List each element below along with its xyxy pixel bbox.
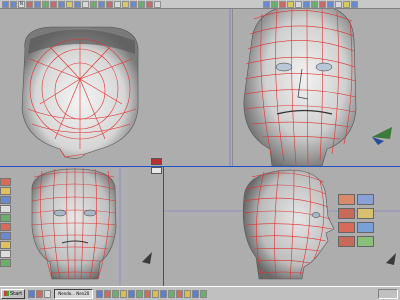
wireframe-toggle-icon[interactable] bbox=[151, 158, 162, 165]
pull-tool-icon[interactable] bbox=[0, 223, 11, 231]
mail-icon[interactable] bbox=[36, 289, 44, 298]
fit-icon[interactable] bbox=[319, 0, 326, 8]
windows-logo-icon bbox=[4, 291, 9, 296]
scale-icon[interactable] bbox=[26, 0, 33, 8]
taskbar-app-icon[interactable] bbox=[128, 289, 136, 298]
windows-taskbar: Start Nendo... Nen20 bbox=[0, 286, 400, 300]
start-label: Start bbox=[10, 290, 23, 297]
rotate-icon[interactable]: N bbox=[18, 0, 25, 8]
bridge-tool-icon[interactable] bbox=[338, 222, 355, 233]
taskbar-app-icon[interactable] bbox=[96, 289, 104, 298]
smooth-tool-icon[interactable] bbox=[0, 205, 11, 213]
subdivide-icon[interactable] bbox=[66, 0, 73, 8]
taskbar-window-label: Nendo... Nen20 bbox=[58, 291, 90, 296]
taskbar-app-icon[interactable] bbox=[200, 289, 208, 298]
view-side-icon[interactable] bbox=[279, 0, 286, 8]
weld-tool-icon[interactable] bbox=[338, 236, 355, 247]
system-tray bbox=[378, 288, 398, 299]
pan-icon[interactable] bbox=[303, 0, 310, 8]
shaded-toggle-icon[interactable] bbox=[151, 167, 162, 174]
taskbar-app-icon[interactable] bbox=[112, 289, 120, 298]
grid-icon[interactable] bbox=[154, 0, 161, 8]
fill-tool-icon[interactable] bbox=[0, 250, 11, 258]
main-toolbar: N bbox=[0, 0, 400, 9]
paint-tool-icon[interactable] bbox=[0, 187, 11, 195]
taskbar-app-icon[interactable] bbox=[160, 289, 168, 298]
move-icon[interactable] bbox=[10, 0, 17, 8]
help-icon[interactable] bbox=[351, 0, 358, 8]
mirror-icon[interactable] bbox=[106, 0, 113, 8]
eyedropper-tool-icon[interactable] bbox=[0, 259, 11, 267]
quick-launch bbox=[28, 289, 52, 298]
taskbar-app-icon[interactable] bbox=[120, 289, 128, 298]
perspective-viewport[interactable] bbox=[232, 9, 400, 166]
redo-icon[interactable] bbox=[343, 0, 350, 8]
pencil-tool-icon[interactable] bbox=[338, 194, 355, 205]
polygon-icon[interactable] bbox=[34, 0, 41, 8]
taskbar-app-icon[interactable] bbox=[152, 289, 160, 298]
taskbar-app-icon[interactable] bbox=[136, 289, 144, 298]
cut-tool-icon[interactable] bbox=[357, 208, 374, 219]
light-icon[interactable] bbox=[122, 0, 129, 8]
taskbar-app-icons bbox=[96, 289, 208, 298]
floating-tool-panel bbox=[338, 194, 374, 248]
top-viewport[interactable] bbox=[0, 9, 232, 166]
brush-tool-icon[interactable] bbox=[0, 178, 11, 186]
face-icon[interactable] bbox=[58, 0, 65, 8]
camera-icon[interactable] bbox=[130, 0, 137, 8]
select-icon[interactable] bbox=[2, 0, 9, 8]
orbit-icon[interactable] bbox=[311, 0, 318, 8]
patch-tool-icon[interactable] bbox=[357, 222, 374, 233]
bevel-icon[interactable] bbox=[82, 0, 89, 8]
knife-icon[interactable] bbox=[90, 0, 97, 8]
taskbar-app-icon[interactable] bbox=[168, 289, 176, 298]
loop-tool-icon[interactable] bbox=[338, 208, 355, 219]
taskbar-app-icon[interactable] bbox=[144, 289, 152, 298]
start-button[interactable]: Start bbox=[1, 288, 26, 299]
viewport-divider-vertical-top[interactable] bbox=[232, 9, 233, 166]
cube-tool-icon[interactable] bbox=[357, 194, 374, 205]
head-top-mesh bbox=[21, 9, 231, 166]
taskbar-app-icon[interactable] bbox=[104, 289, 112, 298]
axis-gizmo-icon bbox=[142, 252, 152, 264]
push-tool-icon[interactable] bbox=[0, 232, 11, 240]
head-perspective-mesh bbox=[243, 9, 392, 166]
desktop-icon[interactable] bbox=[44, 289, 52, 298]
head-front-mesh bbox=[31, 167, 152, 286]
view-front-icon[interactable] bbox=[271, 0, 278, 8]
sculpt-tool-icon[interactable] bbox=[0, 196, 11, 204]
vertex-icon[interactable] bbox=[42, 0, 49, 8]
smooth-icon[interactable] bbox=[114, 0, 121, 8]
view-top-icon[interactable] bbox=[263, 0, 270, 8]
taskbar-app-icon[interactable] bbox=[192, 289, 200, 298]
layer-icon[interactable] bbox=[327, 0, 334, 8]
spin-tool-icon[interactable] bbox=[357, 236, 374, 247]
zoom-icon[interactable] bbox=[295, 0, 302, 8]
axis-gizmo-icon bbox=[386, 253, 396, 265]
rotate-label: N bbox=[20, 1, 23, 6]
viewport-mode-tools bbox=[151, 158, 162, 174]
taskbar-window-button[interactable]: Nendo... Nen20 bbox=[54, 288, 94, 299]
undo-icon[interactable] bbox=[335, 0, 342, 8]
left-tool-strip bbox=[0, 178, 12, 272]
axis-gizmo-icon bbox=[372, 127, 392, 145]
browser-icon[interactable] bbox=[28, 289, 36, 298]
pinch-tool-icon[interactable] bbox=[0, 214, 11, 222]
render-icon[interactable] bbox=[146, 0, 153, 8]
edge-icon[interactable] bbox=[50, 0, 57, 8]
extrude-icon[interactable] bbox=[74, 0, 81, 8]
taskbar-app-icon[interactable] bbox=[176, 289, 184, 298]
taskbar-app-icon[interactable] bbox=[184, 289, 192, 298]
view-persp-icon[interactable] bbox=[287, 0, 294, 8]
weld-icon[interactable] bbox=[98, 0, 105, 8]
front-viewport[interactable] bbox=[0, 167, 163, 286]
material-icon[interactable] bbox=[138, 0, 145, 8]
erase-tool-icon[interactable] bbox=[0, 241, 11, 249]
